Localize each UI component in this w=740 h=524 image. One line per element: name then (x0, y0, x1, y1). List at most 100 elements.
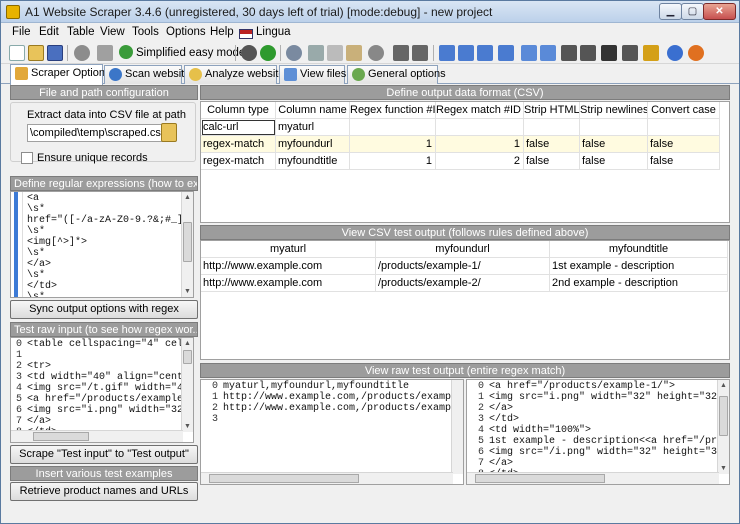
new-file-icon[interactable] (9, 45, 25, 61)
table-cell[interactable] (580, 119, 648, 136)
menu-lingua[interactable]: Lingua (256, 26, 291, 38)
unique-records-checkbox[interactable] (21, 152, 33, 164)
csv-path-input[interactable]: \compiled\temp\scraped.csv (27, 124, 173, 142)
table-cell[interactable]: 2 (436, 153, 524, 170)
cart-icon[interactable] (622, 45, 638, 61)
table-cell[interactable]: 1st example - description (550, 258, 728, 275)
add-column-icon[interactable] (439, 45, 455, 61)
table-cell[interactable]: myfoundurl (276, 136, 350, 153)
table-cell[interactable]: /products/example-2/ (376, 275, 550, 292)
table-cell[interactable]: myaturl (276, 119, 350, 136)
key-icon[interactable] (643, 45, 659, 61)
refresh-icon[interactable] (286, 45, 302, 61)
menu-options[interactable]: Options (166, 26, 206, 38)
column-header[interactable]: myaturl (201, 241, 376, 258)
table-cell[interactable]: false (580, 136, 648, 153)
menu-view[interactable]: View (100, 26, 125, 38)
paste-icon[interactable] (346, 45, 362, 61)
retrieve-products-button[interactable]: Retrieve product names and URLs (10, 482, 198, 501)
table-cell[interactable] (524, 119, 580, 136)
close-button[interactable]: ✕ (703, 3, 736, 20)
table-cell[interactable]: 1 (436, 136, 524, 153)
table-cell[interactable]: http://www.example.com (201, 258, 376, 275)
column-header[interactable]: Column name (276, 102, 350, 119)
table-cell[interactable]: /products/example-1/ (376, 258, 550, 275)
copy-icon[interactable] (327, 45, 343, 61)
table-cell[interactable]: 1 (350, 153, 436, 170)
insert-column-icon[interactable] (458, 45, 474, 61)
table-cell[interactable]: 1 (350, 136, 436, 153)
raw-right-hscroll[interactable] (467, 472, 719, 484)
scrape-test-button[interactable]: Scrape "Test input" to "Test output" (10, 445, 198, 464)
table-cell[interactable] (436, 119, 524, 136)
collapse-icon[interactable] (580, 45, 596, 61)
table-cell[interactable]: 2nd example - description (550, 275, 728, 292)
test-input-vscroll[interactable]: ▲ ▼ (181, 338, 193, 432)
find-replace-icon[interactable] (412, 45, 428, 61)
test-input-hscroll[interactable] (11, 430, 183, 442)
column-header[interactable]: myfoundurl (376, 241, 550, 258)
expand-icon[interactable] (561, 45, 577, 61)
maximize-button[interactable]: ▢ (681, 3, 704, 20)
table-cell[interactable]: false (524, 136, 580, 153)
table-cell[interactable]: false (648, 153, 720, 170)
regex-scrollbar[interactable]: ▲ ▼ (181, 192, 193, 297)
raw-right-vscroll[interactable]: ▲ ▼ (717, 380, 729, 474)
find-icon[interactable] (393, 45, 409, 61)
menu-tools[interactable]: Tools (132, 26, 159, 38)
tab-general-options[interactable]: General options (347, 65, 446, 84)
minimize-button[interactable]: ▁ (659, 3, 682, 20)
move-right-icon[interactable] (498, 45, 514, 61)
delete-column-icon[interactable] (477, 45, 493, 61)
scan-icon[interactable] (74, 45, 90, 61)
help-icon[interactable] (667, 45, 683, 61)
column-header[interactable]: Regex match #ID ( ) (436, 102, 524, 119)
test-input-editor[interactable]: 012345678 <table cellspacing="4" cellpadd… (10, 337, 194, 443)
move-up-icon[interactable] (521, 45, 537, 61)
table-cell[interactable]: regex-match (201, 153, 276, 170)
tab-analyze-website[interactable]: Analyze website (184, 65, 285, 84)
table-cell[interactable] (648, 119, 720, 136)
hand-icon[interactable] (97, 45, 113, 61)
column-header[interactable]: Convert case (648, 102, 720, 119)
tab-scan-website[interactable]: Scan website (104, 65, 190, 84)
move-down-icon[interactable] (540, 45, 556, 61)
raw-output-left-editor[interactable]: 0 1 2 3 myaturl,myfoundurl,myfoundtitle http:… (200, 379, 464, 485)
menu-edit[interactable]: Edit (39, 26, 59, 38)
menu-help[interactable]: Help (210, 26, 234, 38)
table-cell[interactable]: myfoundtitle (276, 153, 350, 170)
table-cell[interactable]: false (580, 153, 648, 170)
web-icon[interactable] (688, 45, 704, 61)
cut-icon[interactable] (308, 45, 324, 61)
table-cell[interactable]: false (524, 153, 580, 170)
table-cell[interactable]: http://www.example.com (201, 275, 376, 292)
menu-file[interactable]: File (12, 26, 31, 38)
open-folder-icon[interactable] (28, 45, 44, 61)
save-icon[interactable] (47, 45, 63, 61)
tab-view-files[interactable]: View files (279, 65, 346, 84)
stop-icon[interactable] (241, 45, 257, 61)
table-cell[interactable]: false (648, 136, 720, 153)
tab-scraper-options[interactable]: Scraper Options (10, 64, 110, 85)
simplified-easy-mode-button[interactable]: Simplified easy mode (119, 44, 245, 62)
column-header[interactable]: Regex function #ID (350, 102, 436, 119)
menu-table[interactable]: Table (67, 26, 95, 38)
raw-left-hscroll[interactable] (201, 472, 453, 484)
column-header[interactable]: Strip HTML (524, 102, 580, 119)
raw-output-right-editor[interactable]: 0123456789 <a href="/products/example-1/"… (466, 379, 730, 485)
column-header[interactable]: myfoundtitle (550, 241, 728, 258)
sync-output-button[interactable]: Sync output options with regex (10, 300, 198, 319)
table-cell[interactable] (350, 119, 436, 136)
table-cell[interactable]: regex-match (201, 136, 276, 153)
start-icon[interactable] (260, 45, 276, 61)
raw-left-vscroll[interactable] (451, 380, 463, 474)
split-icon[interactable] (601, 45, 617, 61)
csv-output-grid[interactable]: myaturl myfoundurl myfoundtitle http://www.… (200, 240, 730, 360)
csv-format-grid[interactable]: Column type Column name Regex function #ID… (200, 101, 730, 223)
table-cell[interactable]: calc-url (201, 119, 276, 136)
browse-folder-icon[interactable] (161, 123, 177, 142)
column-header[interactable]: Strip newlines (580, 102, 648, 119)
undo-icon[interactable] (368, 45, 384, 61)
column-header[interactable]: Column type (201, 102, 276, 119)
regex-editor[interactable]: <a \s* href="([-/a-zA-Z0-9.?&;#_]+)" \s* <im… (10, 191, 194, 298)
